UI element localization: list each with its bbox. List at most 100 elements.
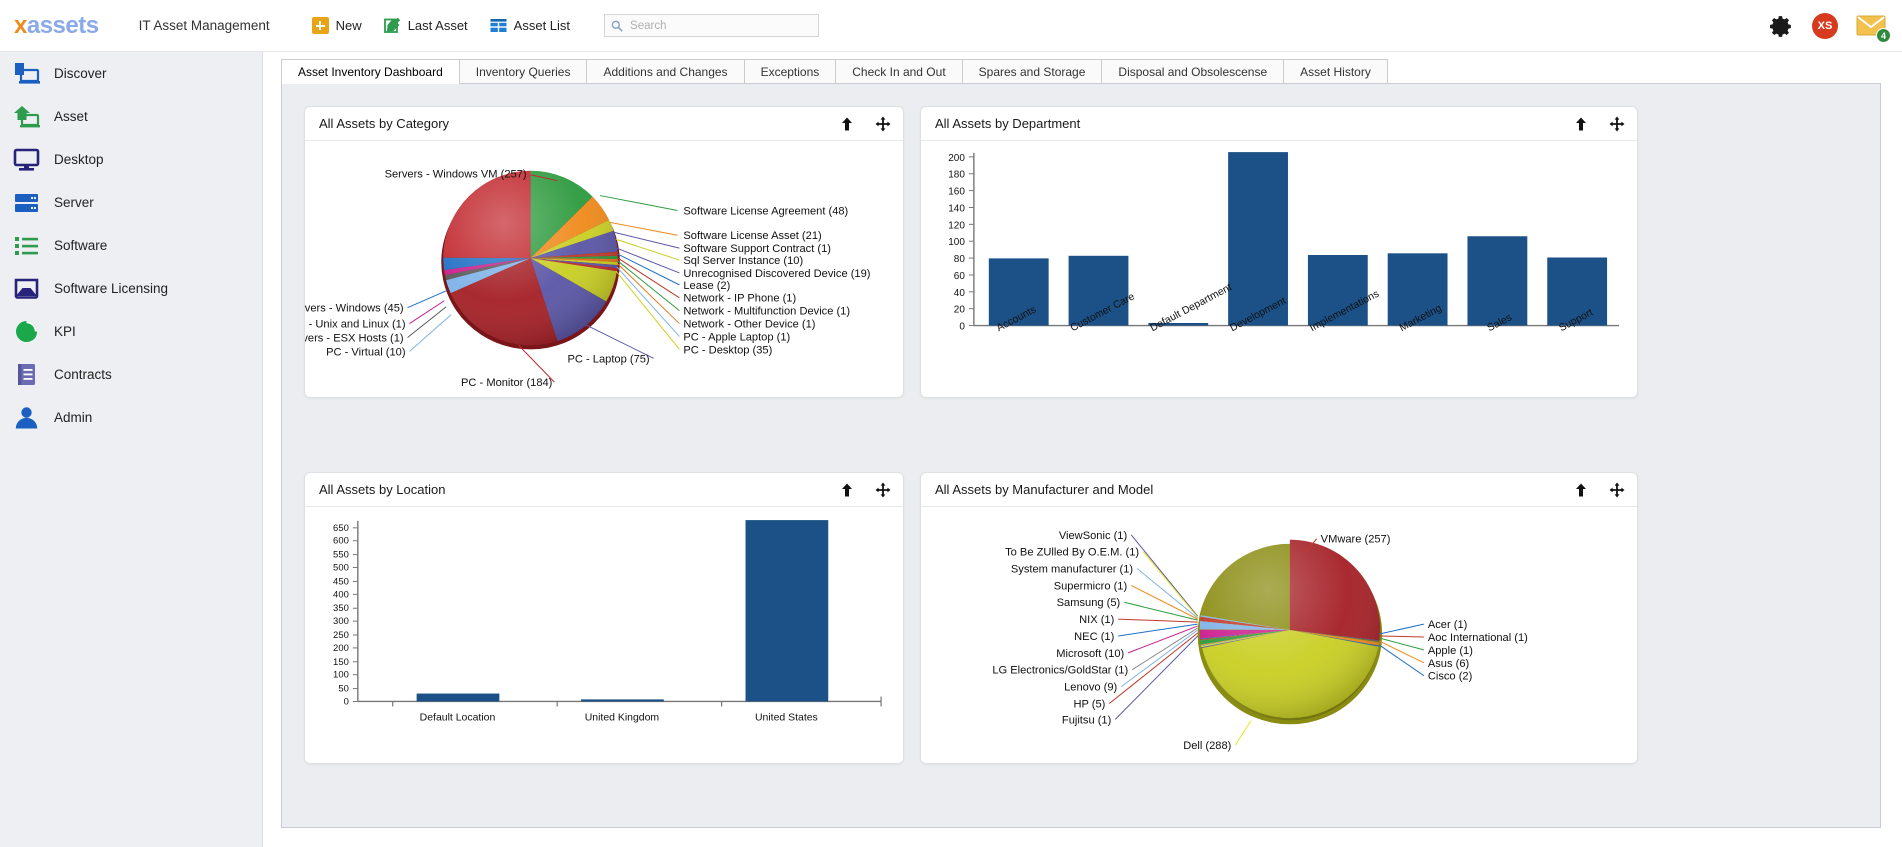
pie-label: Unrecognised Discovered Device (19) bbox=[683, 268, 870, 280]
sidebar-item-software-label: Software bbox=[54, 238, 108, 253]
sidebar-item-server[interactable]: Server bbox=[0, 181, 262, 224]
pie-label: PC - Laptop (75) bbox=[568, 353, 650, 365]
main-content: Asset Inventory Dashboard Inventory Quer… bbox=[263, 52, 1902, 847]
search-icon bbox=[611, 20, 623, 32]
sidebar-item-asset[interactable]: Asset bbox=[0, 95, 262, 138]
pie-label: Asus (6) bbox=[1428, 658, 1470, 670]
y-tick-label: 350 bbox=[333, 603, 349, 614]
sidebar-item-software-licensing-label: Software Licensing bbox=[54, 281, 169, 296]
sidebar-item-software-licensing[interactable]: Software Licensing bbox=[0, 267, 262, 310]
y-tick-label: 250 bbox=[333, 630, 349, 641]
pie-label: PC - Virtual (10) bbox=[326, 346, 406, 358]
pie-chart-category: Servers - Windows VM (257) Software Lice… bbox=[305, 169, 871, 389]
move-cross-icon[interactable] bbox=[1609, 482, 1625, 498]
move-cross-icon[interactable] bbox=[875, 116, 891, 132]
panel-all-assets-by-manufacturer-and-model: All Assets by Manufacturer and Model Vie… bbox=[920, 472, 1638, 764]
search-box[interactable] bbox=[604, 14, 820, 37]
contracts-icon bbox=[13, 361, 40, 388]
tab-asset-history[interactable]: Asset History bbox=[1283, 59, 1388, 84]
toolbar-actions: New Last Asset Asset List bbox=[311, 17, 570, 34]
pie-label: Network - Other Device (1) bbox=[683, 319, 815, 331]
y-tick-label: 100 bbox=[333, 670, 349, 681]
y-tick-label: 450 bbox=[333, 576, 349, 587]
y-tick-label: 300 bbox=[333, 616, 349, 627]
plus-square-icon bbox=[311, 17, 329, 34]
pie-label: Cisco (2) bbox=[1428, 671, 1473, 683]
mail-envelope-icon[interactable]: 4 bbox=[1856, 13, 1891, 43]
panel-tools bbox=[839, 473, 891, 507]
sidebar-item-desktop[interactable]: Desktop bbox=[0, 138, 262, 181]
pie-label: PC - Monitor (184) bbox=[461, 377, 553, 389]
sidebar-item-kpi[interactable]: KPI bbox=[0, 310, 262, 353]
panel-title: All Assets by Category bbox=[319, 116, 450, 131]
avatar[interactable]: XS bbox=[1812, 13, 1838, 39]
pie-label: Lease (2) bbox=[683, 280, 730, 292]
pie-label: VMware (257) bbox=[1321, 534, 1391, 546]
pie-label: System manufacturer (1) bbox=[1011, 563, 1134, 575]
move-cross-icon[interactable] bbox=[1609, 116, 1625, 132]
new-button[interactable]: New bbox=[311, 17, 362, 34]
panel-all-assets-by-location: All Assets by Location 650 600 550 500 4… bbox=[304, 472, 904, 764]
tab-inventory-queries[interactable]: Inventory Queries bbox=[458, 59, 588, 84]
sidebar-item-asset-label: Asset bbox=[54, 109, 88, 124]
asset-list-button[interactable]: Asset List bbox=[490, 17, 570, 34]
pie-label: Software Support Contract (1) bbox=[683, 243, 831, 255]
sidebar-item-kpi-label: KPI bbox=[54, 324, 76, 339]
sidebar-item-admin-label: Admin bbox=[54, 410, 93, 425]
pie-label: Network - IP Phone (1) bbox=[683, 293, 796, 305]
y-tick-label: 50 bbox=[338, 684, 349, 695]
x-tick-label: United Kingdom bbox=[585, 712, 659, 723]
kpi-icon bbox=[13, 318, 40, 345]
asset-icon bbox=[13, 103, 40, 130]
up-arrow-icon[interactable] bbox=[1573, 116, 1589, 132]
tab-disposal-and-obsolescense[interactable]: Disposal and Obsolescense bbox=[1101, 59, 1285, 84]
up-arrow-icon[interactable] bbox=[839, 116, 855, 132]
last-asset-button[interactable]: Last Asset bbox=[383, 17, 468, 34]
gear-icon[interactable] bbox=[1769, 14, 1794, 39]
sidebar-item-admin[interactable]: Admin bbox=[0, 396, 262, 439]
sidebar-item-discover[interactable]: Discover bbox=[0, 52, 262, 95]
y-tick-label: 0 bbox=[344, 696, 349, 707]
panel-title: All Assets by Department bbox=[935, 116, 1081, 131]
panel-header: All Assets by Manufacturer and Model bbox=[921, 473, 1637, 507]
tab-check-in-and-out[interactable]: Check In and Out bbox=[835, 59, 963, 84]
sidebar-item-contracts-label: Contracts bbox=[54, 367, 112, 382]
y-tick-label: 200 bbox=[948, 153, 965, 164]
pie-label: Dell (288) bbox=[1183, 740, 1231, 752]
desktop-icon bbox=[13, 146, 40, 173]
y-tick-label: 550 bbox=[333, 550, 349, 561]
tab-asset-inventory-dashboard[interactable]: Asset Inventory Dashboard bbox=[281, 59, 460, 84]
y-tick-label: 180 bbox=[948, 170, 965, 181]
tab-spares-and-storage[interactable]: Spares and Storage bbox=[961, 59, 1103, 84]
pie-chart-manufacturer: ViewSonic (1) To Be ZUlled By O.E.M. (1)… bbox=[992, 530, 1528, 752]
sidebar-item-contracts[interactable]: Contracts bbox=[0, 353, 262, 396]
sidebar-item-desktop-label: Desktop bbox=[54, 152, 104, 167]
pie-label: Software License Agreement (48) bbox=[683, 205, 848, 217]
x-tick-label: Default Location bbox=[420, 712, 496, 723]
pie-label: Samsung (5) bbox=[1057, 597, 1121, 609]
pie-label: Servers - Windows VM (257) bbox=[385, 169, 527, 181]
y-tick-label: 400 bbox=[333, 589, 349, 600]
up-arrow-icon[interactable] bbox=[1573, 482, 1589, 498]
discover-icon bbox=[13, 60, 40, 87]
up-arrow-icon[interactable] bbox=[839, 482, 855, 498]
bar bbox=[1467, 236, 1528, 326]
sidebar-item-software[interactable]: Software bbox=[0, 224, 262, 267]
panel-header: All Assets by Department bbox=[921, 107, 1637, 141]
pie-label: PC - Apple Laptop (1) bbox=[683, 331, 790, 343]
pie-label: PC - Desktop (35) bbox=[683, 344, 772, 356]
y-tick-label: 120 bbox=[948, 220, 965, 231]
panel-title: All Assets by Location bbox=[319, 482, 446, 497]
logo-x: x bbox=[14, 11, 27, 39]
app-logo[interactable]: xassets bbox=[14, 12, 99, 40]
y-tick-label: 40 bbox=[954, 288, 966, 299]
pie-label: LG Electronics/GoldStar (1) bbox=[992, 665, 1128, 677]
x-tick-label: United States bbox=[755, 712, 818, 723]
pie-label: Aoc International (1) bbox=[1428, 632, 1528, 644]
move-cross-icon[interactable] bbox=[875, 482, 891, 498]
bar-series bbox=[988, 152, 1608, 326]
tab-additions-and-changes[interactable]: Additions and Changes bbox=[586, 59, 745, 84]
y-tick-label: 140 bbox=[948, 203, 965, 214]
search-input[interactable] bbox=[628, 18, 813, 33]
tab-exceptions[interactable]: Exceptions bbox=[743, 59, 837, 84]
